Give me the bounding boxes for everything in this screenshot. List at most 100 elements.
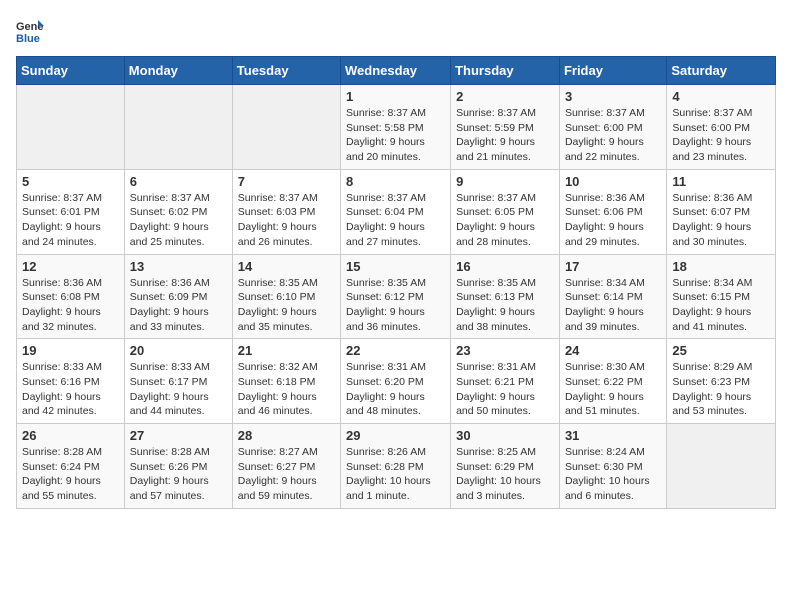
day-number: 16 bbox=[456, 259, 554, 274]
day-info: Sunrise: 8:36 AM Sunset: 6:09 PM Dayligh… bbox=[130, 276, 227, 335]
day-number: 20 bbox=[130, 343, 227, 358]
calendar-week-row: 5 Sunrise: 8:37 AM Sunset: 6:01 PM Daylig… bbox=[17, 169, 776, 254]
day-info: Sunrise: 8:35 AM Sunset: 6:12 PM Dayligh… bbox=[346, 276, 445, 335]
day-info: Sunrise: 8:37 AM Sunset: 6:00 PM Dayligh… bbox=[672, 106, 770, 165]
day-info: Sunrise: 8:37 AM Sunset: 6:01 PM Dayligh… bbox=[22, 191, 119, 250]
calendar-cell: 17Sunrise: 8:34 AM Sunset: 6:14 PM Dayli… bbox=[559, 254, 666, 339]
calendar-cell: 9Sunrise: 8:37 AM Sunset: 6:05 PM Daylig… bbox=[451, 169, 560, 254]
day-number: 28 bbox=[238, 428, 335, 443]
day-number: 15 bbox=[346, 259, 445, 274]
calendar-cell: 29 Sunrise: 8:26 AM Sunset: 6:28 PM Dayli… bbox=[341, 424, 451, 509]
weekday-header-monday: Monday bbox=[124, 57, 232, 85]
day-info: Sunrise: 8:35 AM Sunset: 6:13 PM Dayligh… bbox=[456, 276, 554, 335]
calendar-week-row: 19 Sunrise: 8:33 AM Sunset: 6:16 PM Dayli… bbox=[17, 339, 776, 424]
day-number: 2 bbox=[456, 89, 554, 104]
calendar-cell: 11Sunrise: 8:36 AM Sunset: 6:07 PM Dayli… bbox=[667, 169, 776, 254]
day-info: Sunrise: 8:27 AM Sunset: 6:27 PM Dayligh… bbox=[238, 445, 335, 504]
day-number: 30 bbox=[456, 428, 554, 443]
day-info: Sunrise: 8:37 AM Sunset: 5:59 PM Dayligh… bbox=[456, 106, 554, 165]
day-number: 23 bbox=[456, 343, 554, 358]
calendar-cell: 27Sunrise: 8:28 AM Sunset: 6:26 PM Dayli… bbox=[124, 424, 232, 509]
calendar-cell bbox=[667, 424, 776, 509]
calendar-cell: 15 Sunrise: 8:35 AM Sunset: 6:12 PM Dayli… bbox=[341, 254, 451, 339]
calendar-cell: 21Sunrise: 8:32 AM Sunset: 6:18 PM Dayli… bbox=[232, 339, 340, 424]
calendar-cell bbox=[232, 85, 340, 170]
day-number: 18 bbox=[672, 259, 770, 274]
day-number: 1 bbox=[346, 89, 445, 104]
calendar-cell: 22 Sunrise: 8:31 AM Sunset: 6:20 PM Dayli… bbox=[341, 339, 451, 424]
calendar-cell: 12Sunrise: 8:36 AM Sunset: 6:08 PM Dayli… bbox=[17, 254, 125, 339]
calendar-cell: 31Sunrise: 8:24 AM Sunset: 6:30 PM Dayli… bbox=[559, 424, 666, 509]
weekday-header-sunday: Sunday bbox=[17, 57, 125, 85]
weekday-header-wednesday: Wednesday bbox=[341, 57, 451, 85]
day-number: 19 bbox=[22, 343, 119, 358]
calendar-cell: 19 Sunrise: 8:33 AM Sunset: 6:16 PM Dayli… bbox=[17, 339, 125, 424]
calendar-cell: 3 Sunrise: 8:37 AM Sunset: 6:00 PM Daylig… bbox=[559, 85, 666, 170]
day-info: Sunrise: 8:33 AM Sunset: 6:16 PM Dayligh… bbox=[22, 360, 119, 419]
day-number: 6 bbox=[130, 174, 227, 189]
day-info: Sunrise: 8:37 AM Sunset: 6:02 PM Dayligh… bbox=[130, 191, 227, 250]
weekday-header-tuesday: Tuesday bbox=[232, 57, 340, 85]
day-number: 9 bbox=[456, 174, 554, 189]
calendar-cell: 5 Sunrise: 8:37 AM Sunset: 6:01 PM Daylig… bbox=[17, 169, 125, 254]
day-info: Sunrise: 8:37 AM Sunset: 6:00 PM Dayligh… bbox=[565, 106, 661, 165]
day-number: 10 bbox=[565, 174, 661, 189]
calendar-cell: 24 Sunrise: 8:30 AM Sunset: 6:22 PM Dayli… bbox=[559, 339, 666, 424]
day-number: 27 bbox=[130, 428, 227, 443]
day-info: Sunrise: 8:36 AM Sunset: 6:07 PM Dayligh… bbox=[672, 191, 770, 250]
day-number: 3 bbox=[565, 89, 661, 104]
day-info: Sunrise: 8:31 AM Sunset: 6:21 PM Dayligh… bbox=[456, 360, 554, 419]
weekday-header-friday: Friday bbox=[559, 57, 666, 85]
weekday-header-thursday: Thursday bbox=[451, 57, 560, 85]
calendar-cell: 2 Sunrise: 8:37 AM Sunset: 5:59 PM Daylig… bbox=[451, 85, 560, 170]
calendar-cell: 6 Sunrise: 8:37 AM Sunset: 6:02 PM Daylig… bbox=[124, 169, 232, 254]
day-info: Sunrise: 8:36 AM Sunset: 6:06 PM Dayligh… bbox=[565, 191, 661, 250]
day-number: 8 bbox=[346, 174, 445, 189]
day-number: 24 bbox=[565, 343, 661, 358]
calendar-cell: 10 Sunrise: 8:36 AM Sunset: 6:06 PM Dayli… bbox=[559, 169, 666, 254]
calendar-cell: 1 Sunrise: 8:37 AM Sunset: 5:58 PM Daylig… bbox=[341, 85, 451, 170]
day-number: 22 bbox=[346, 343, 445, 358]
day-info: Sunrise: 8:33 AM Sunset: 6:17 PM Dayligh… bbox=[130, 360, 227, 419]
calendar-cell: 30 Sunrise: 8:25 AM Sunset: 6:29 PM Dayli… bbox=[451, 424, 560, 509]
day-info: Sunrise: 8:37 AM Sunset: 5:58 PM Dayligh… bbox=[346, 106, 445, 165]
day-info: Sunrise: 8:31 AM Sunset: 6:20 PM Dayligh… bbox=[346, 360, 445, 419]
day-info: Sunrise: 8:25 AM Sunset: 6:29 PM Dayligh… bbox=[456, 445, 554, 504]
calendar-cell: 8 Sunrise: 8:37 AM Sunset: 6:04 PM Daylig… bbox=[341, 169, 451, 254]
day-info: Sunrise: 8:35 AM Sunset: 6:10 PM Dayligh… bbox=[238, 276, 335, 335]
logo-icon: General Blue bbox=[16, 16, 44, 44]
day-number: 26 bbox=[22, 428, 119, 443]
calendar-cell: 18 Sunrise: 8:34 AM Sunset: 6:15 PM Dayli… bbox=[667, 254, 776, 339]
calendar-week-row: 26Sunrise: 8:28 AM Sunset: 6:24 PM Dayli… bbox=[17, 424, 776, 509]
day-number: 14 bbox=[238, 259, 335, 274]
calendar-cell: 16 Sunrise: 8:35 AM Sunset: 6:13 PM Dayli… bbox=[451, 254, 560, 339]
calendar-cell: 7Sunrise: 8:37 AM Sunset: 6:03 PM Daylig… bbox=[232, 169, 340, 254]
day-info: Sunrise: 8:34 AM Sunset: 6:14 PM Dayligh… bbox=[565, 276, 661, 335]
calendar-cell: 23 Sunrise: 8:31 AM Sunset: 6:21 PM Dayli… bbox=[451, 339, 560, 424]
day-info: Sunrise: 8:37 AM Sunset: 6:04 PM Dayligh… bbox=[346, 191, 445, 250]
calendar-cell: 26Sunrise: 8:28 AM Sunset: 6:24 PM Dayli… bbox=[17, 424, 125, 509]
day-number: 5 bbox=[22, 174, 119, 189]
weekday-header-row: SundayMondayTuesdayWednesdayThursdayFrid… bbox=[17, 57, 776, 85]
day-info: Sunrise: 8:30 AM Sunset: 6:22 PM Dayligh… bbox=[565, 360, 661, 419]
calendar-table: SundayMondayTuesdayWednesdayThursdayFrid… bbox=[16, 56, 776, 509]
day-info: Sunrise: 8:34 AM Sunset: 6:15 PM Dayligh… bbox=[672, 276, 770, 335]
page-header: General Blue bbox=[16, 16, 776, 44]
weekday-header-saturday: Saturday bbox=[667, 57, 776, 85]
calendar-cell bbox=[17, 85, 125, 170]
svg-text:Blue: Blue bbox=[16, 33, 40, 44]
calendar-cell: 4 Sunrise: 8:37 AM Sunset: 6:00 PM Daylig… bbox=[667, 85, 776, 170]
calendar-cell: 20 Sunrise: 8:33 AM Sunset: 6:17 PM Dayli… bbox=[124, 339, 232, 424]
day-number: 21 bbox=[238, 343, 335, 358]
calendar-cell: 13Sunrise: 8:36 AM Sunset: 6:09 PM Dayli… bbox=[124, 254, 232, 339]
day-info: Sunrise: 8:26 AM Sunset: 6:28 PM Dayligh… bbox=[346, 445, 445, 504]
calendar-cell bbox=[124, 85, 232, 170]
day-info: Sunrise: 8:29 AM Sunset: 6:23 PM Dayligh… bbox=[672, 360, 770, 419]
day-number: 29 bbox=[346, 428, 445, 443]
logo: General Blue bbox=[16, 16, 48, 44]
calendar-week-row: 1 Sunrise: 8:37 AM Sunset: 5:58 PM Daylig… bbox=[17, 85, 776, 170]
day-info: Sunrise: 8:36 AM Sunset: 6:08 PM Dayligh… bbox=[22, 276, 119, 335]
day-info: Sunrise: 8:37 AM Sunset: 6:03 PM Dayligh… bbox=[238, 191, 335, 250]
day-number: 25 bbox=[672, 343, 770, 358]
day-number: 4 bbox=[672, 89, 770, 104]
